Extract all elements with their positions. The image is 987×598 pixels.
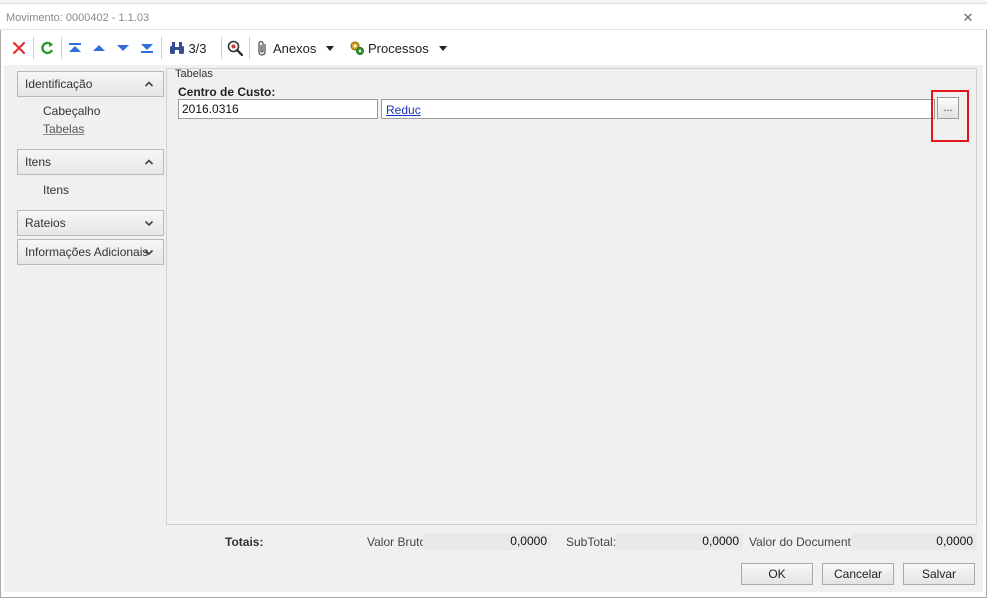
last-record-button[interactable] <box>136 36 158 60</box>
first-record-button[interactable] <box>64 36 86 60</box>
zoom-button[interactable] <box>224 36 246 60</box>
nav-item-cabecalho[interactable]: Cabeçalho <box>43 104 100 118</box>
delete-icon <box>12 41 26 55</box>
tabelas-panel <box>166 68 977 525</box>
centro-custo-label: Centro de Custo: <box>178 85 276 99</box>
next-record-button[interactable] <box>112 36 134 60</box>
group-title: Tabelas <box>175 68 213 80</box>
toolbar-separator <box>33 37 34 59</box>
chevron-up-icon <box>144 159 154 165</box>
nav-section-label: Itens <box>25 155 52 169</box>
refresh-icon <box>41 41 54 55</box>
subtotal-label: SubTotal: <box>566 535 617 549</box>
valor-documento-label: Valor do Documento: <box>749 535 861 549</box>
anexos-label: Anexos <box>273 40 317 56</box>
nav-section-identificacao[interactable]: Identificação <box>17 71 164 97</box>
nav-section-itens[interactable]: Itens <box>17 149 164 175</box>
totals-bar: Totais: Valor Bruto: 0,0000 SubTotal: 0,… <box>4 527 983 555</box>
previous-record-button[interactable] <box>88 36 110 60</box>
totals-label: Totais: <box>225 535 264 549</box>
toolbar-separator <box>221 37 222 59</box>
valor-documento-value: 0,0000 <box>851 533 977 550</box>
delete-button[interactable] <box>8 36 30 60</box>
toolbar-separator <box>249 37 250 59</box>
anexos-menu-button[interactable]: Anexos <box>256 36 344 60</box>
toolbar: 3/3 Anexos Processos <box>4 33 983 63</box>
zoom-icon <box>227 40 243 56</box>
processos-label: Processos <box>368 40 429 56</box>
nav-section-label: Informações Adicionais <box>25 245 149 259</box>
chevron-down-icon <box>144 249 154 256</box>
nav-section-label: Identificação <box>25 77 93 91</box>
next-record-icon <box>117 45 129 51</box>
subtotal-value: 0,0000 <box>615 533 743 550</box>
close-icon[interactable]: ✕ <box>961 11 975 25</box>
toolbar-separator <box>161 37 162 59</box>
valor-bruto-label: Valor Bruto: <box>367 535 430 549</box>
first-record-icon <box>69 43 81 52</box>
save-button[interactable]: Salvar <box>903 563 975 585</box>
nav-item-itens[interactable]: Itens <box>43 183 69 197</box>
window-title: Movimento: 0000402 - 1.1.03 <box>6 12 150 24</box>
chevron-down-icon <box>144 220 154 227</box>
ok-button[interactable]: OK <box>741 563 813 585</box>
nav-item-tabelas[interactable]: Tabelas <box>43 122 84 136</box>
processes-icon <box>350 41 364 55</box>
nav-section-rateios[interactable]: Rateios <box>17 210 164 236</box>
centro-custo-link[interactable]: Reduc <box>386 103 421 117</box>
refresh-button[interactable] <box>36 36 58 60</box>
highlight-box <box>931 90 969 142</box>
binoculars-icon <box>170 42 185 54</box>
title-bar: Movimento: 0000402 - 1.1.03 ✕ <box>0 4 987 30</box>
chevron-up-icon <box>144 81 154 87</box>
last-record-icon <box>141 44 153 53</box>
nav-section-informacoes-adicionais[interactable]: Informações Adicionais <box>17 239 164 265</box>
previous-record-icon <box>93 45 105 51</box>
cancel-button[interactable]: Cancelar <box>822 563 894 585</box>
record-search-button[interactable]: 3/3 <box>164 36 212 60</box>
centro-custo-code-input[interactable] <box>178 99 378 119</box>
centro-custo-description: Reduc <box>381 99 935 119</box>
chevron-down-icon <box>438 45 447 51</box>
chevron-down-icon <box>326 45 335 51</box>
valor-bruto-value: 0,0000 <box>423 533 551 550</box>
paperclip-icon <box>258 40 266 56</box>
nav-section-label: Rateios <box>25 216 66 230</box>
processos-menu-button[interactable]: Processos <box>349 36 449 60</box>
toolbar-separator <box>61 37 62 59</box>
record-counter: 3/3 <box>188 40 207 56</box>
